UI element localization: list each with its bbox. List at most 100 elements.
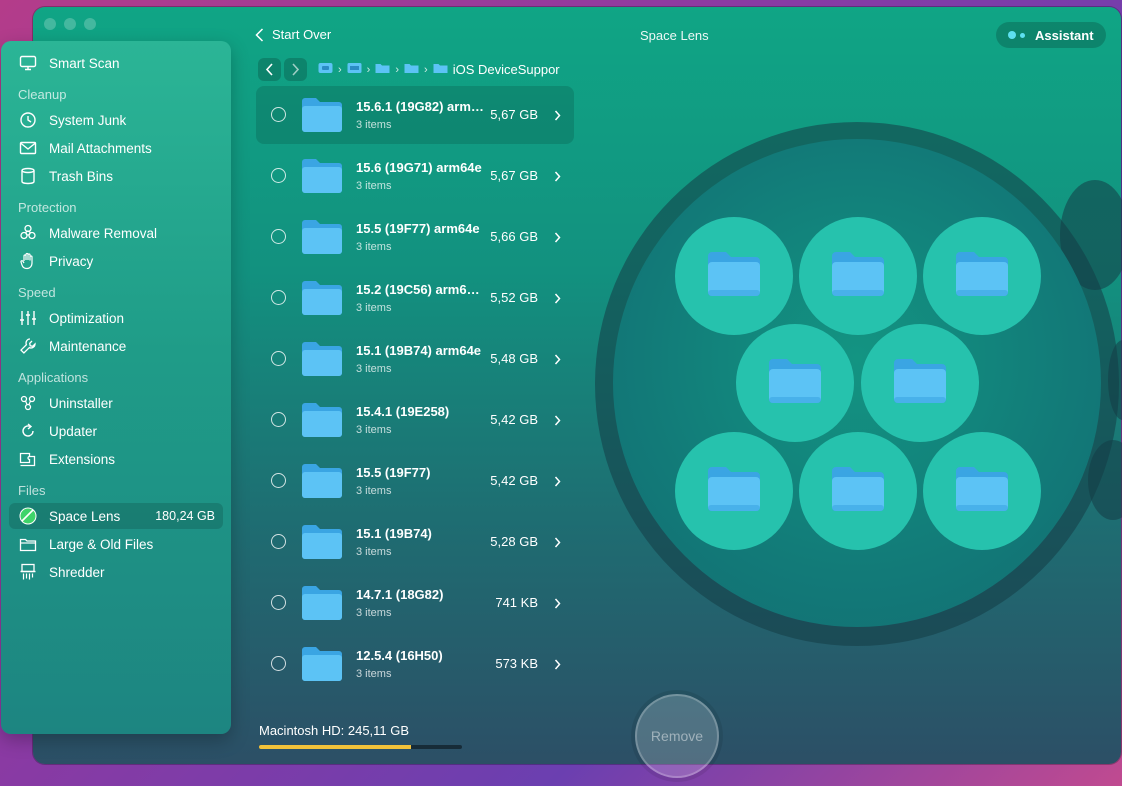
sidebar-section-cleanup: Cleanup xyxy=(18,87,67,102)
folder-icon xyxy=(301,463,343,504)
list-item[interactable]: 15.4.1 (19E258) 3 items 5,42 GB xyxy=(256,391,574,449)
start-over-button[interactable]: Start Over xyxy=(255,27,331,42)
item-name: 15.5 (19F77) arm64e xyxy=(356,221,480,236)
lens-folder-bubble[interactable] xyxy=(799,217,917,335)
chevron-right-icon[interactable] xyxy=(554,596,561,614)
item-name: 15.5 (19F77) xyxy=(356,465,431,480)
list-item[interactable]: 15.5 (19F77) 3 items 5,42 GB xyxy=(256,452,574,510)
chevron-left-icon xyxy=(265,63,273,76)
list-item[interactable]: 15.1 (19B74) 3 items 5,28 GB xyxy=(256,513,574,571)
sidebar-item-space-lens[interactable]: Space Lens 180,24 GB xyxy=(9,503,223,529)
lens-folder-bubble[interactable] xyxy=(736,324,854,442)
select-radio[interactable] xyxy=(271,534,286,549)
chevron-right-icon[interactable] xyxy=(554,474,561,492)
select-radio[interactable] xyxy=(271,656,286,671)
item-count: 3 items xyxy=(356,546,392,558)
select-radio[interactable] xyxy=(271,412,286,427)
lens-folder-bubble[interactable] xyxy=(923,217,1041,335)
chevron-right-icon[interactable] xyxy=(554,169,561,187)
sidebar-item-large-old-files[interactable]: Large & Old Files xyxy=(9,531,223,557)
lens-folder-bubble[interactable] xyxy=(675,432,793,550)
chevron-right-icon: › xyxy=(395,63,400,76)
sidebar-item-trash-bins[interactable]: Trash Bins xyxy=(9,163,223,189)
folder-icon xyxy=(830,250,886,303)
list-item[interactable]: 14.7.1 (18G82) 3 items 741 KB xyxy=(256,574,574,632)
forward-nav-button[interactable] xyxy=(284,58,307,81)
lens-folder-bubble[interactable] xyxy=(675,217,793,335)
sidebar-item-malware-removal[interactable]: Malware Removal xyxy=(9,220,223,246)
chevron-right-icon[interactable] xyxy=(554,413,561,431)
list-item[interactable]: 15.6 (19G71) arm64e 3 items 5,67 GB xyxy=(256,147,574,205)
trash-icon xyxy=(18,166,38,186)
sidebar-item-mail-attachments[interactable]: Mail Attachments xyxy=(9,135,223,161)
sidebar: Smart Scan Cleanup System Junk Mail Atta… xyxy=(1,41,231,734)
item-size: 5,52 GB xyxy=(490,290,538,305)
list-item[interactable]: 15.5 (19F77) arm64e 3 items 5,66 GB xyxy=(256,208,574,266)
item-count: 3 items xyxy=(356,119,392,131)
space-lens-icon xyxy=(18,506,38,526)
chevron-right-icon[interactable] xyxy=(554,535,561,553)
select-radio[interactable] xyxy=(271,107,286,122)
sidebar-item-label: Malware Removal xyxy=(49,225,158,241)
item-size: 741 KB xyxy=(495,595,538,610)
sidebar-item-label: Updater xyxy=(49,423,98,439)
sidebar-item-extensions[interactable]: Extensions xyxy=(9,446,223,472)
folder-icon xyxy=(301,402,343,443)
sidebar-item-maintenance[interactable]: Maintenance xyxy=(9,333,223,359)
item-size: 5,67 GB xyxy=(490,107,538,122)
lens-folder-bubble[interactable] xyxy=(861,324,979,442)
folder-crumb-icon[interactable] xyxy=(347,62,362,77)
item-count: 3 items xyxy=(356,241,392,253)
select-radio[interactable] xyxy=(271,595,286,610)
item-count: 3 items xyxy=(356,424,392,436)
sidebar-section-speed: Speed xyxy=(18,285,56,300)
list-item[interactable]: 15.6.1 (19G82) arm… 3 items 5,67 GB xyxy=(256,86,574,144)
lens-folder-bubble[interactable] xyxy=(923,432,1041,550)
item-size: 5,42 GB xyxy=(490,412,538,427)
folder-crumb-icon[interactable] xyxy=(375,62,390,77)
folder-icon xyxy=(892,357,948,410)
sidebar-item-label: Privacy xyxy=(49,253,94,269)
sidebar-item-optimization[interactable]: Optimization xyxy=(9,305,223,331)
back-nav-button[interactable] xyxy=(258,58,281,81)
sidebar-item-updater[interactable]: Updater xyxy=(9,418,223,444)
disk-icon[interactable] xyxy=(318,62,333,77)
folder-icon xyxy=(830,465,886,518)
sidebar-item-uninstaller[interactable]: Uninstaller xyxy=(9,390,223,416)
chevron-right-icon[interactable] xyxy=(554,657,561,675)
sidebar-section-protection: Protection xyxy=(18,200,77,215)
chevron-right-icon[interactable] xyxy=(554,291,561,309)
select-radio[interactable] xyxy=(271,168,286,183)
sidebar-item-shredder[interactable]: Shredder xyxy=(9,559,223,585)
close-window-button[interactable] xyxy=(44,18,56,30)
item-name: 15.1 (19B74) xyxy=(356,526,432,541)
sidebar-item-smart-scan[interactable]: Smart Scan xyxy=(9,50,223,76)
chevron-right-icon[interactable] xyxy=(554,352,561,370)
chevron-right-icon[interactable] xyxy=(554,108,561,126)
sidebar-item-label: Uninstaller xyxy=(49,395,113,411)
select-radio[interactable] xyxy=(271,229,286,244)
breadcrumb: › › › › iOS DeviceSuppor xyxy=(318,62,570,77)
breadcrumb-current[interactable]: iOS DeviceSuppor xyxy=(453,62,560,77)
folder-icon xyxy=(301,219,343,260)
list-item[interactable]: 15.1 (19B74) arm64e 3 items 5,48 GB xyxy=(256,330,574,388)
lens-folder-bubble[interactable] xyxy=(799,432,917,550)
chevron-left-icon xyxy=(255,27,264,42)
sidebar-item-privacy[interactable]: Privacy xyxy=(9,248,223,274)
select-radio[interactable] xyxy=(271,290,286,305)
select-radio[interactable] xyxy=(271,473,286,488)
sidebar-item-label: Trash Bins xyxy=(49,168,114,184)
sidebar-item-label: Extensions xyxy=(49,451,116,467)
list-item[interactable]: 15.2 (19C56) arm6… 3 items 5,52 GB xyxy=(256,269,574,327)
select-radio[interactable] xyxy=(271,351,286,366)
list-item[interactable]: 12.5.4 (16H50) 3 items 573 KB xyxy=(256,635,574,693)
minimize-window-button[interactable] xyxy=(64,18,76,30)
folder-crumb-icon[interactable] xyxy=(404,62,419,77)
space-lens-size: 180,24 GB xyxy=(155,509,215,523)
chevron-right-icon[interactable] xyxy=(554,230,561,248)
sidebar-item-system-junk[interactable]: System Junk xyxy=(9,107,223,133)
zoom-window-button[interactable] xyxy=(84,18,96,30)
assistant-button[interactable]: Assistant xyxy=(996,22,1106,48)
folder-icon xyxy=(767,357,823,410)
remove-button[interactable]: Remove xyxy=(635,694,719,778)
